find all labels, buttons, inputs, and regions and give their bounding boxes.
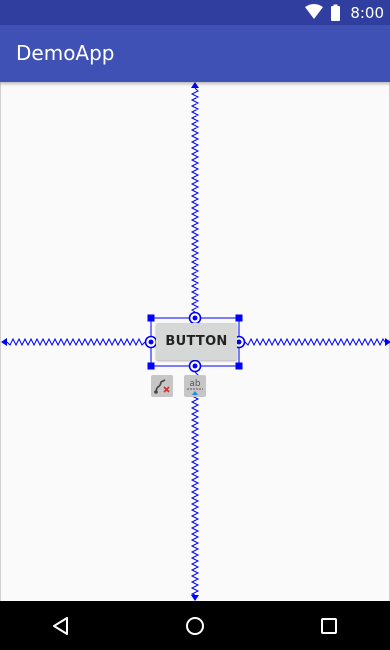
right-constraint-arrow [385, 338, 390, 346]
recents-button[interactable] [314, 611, 344, 641]
demo-button[interactable]: BUTTON [156, 323, 237, 360]
battery-icon [331, 6, 340, 21]
svg-text:ab: ab [189, 379, 201, 389]
resize-handle-bottom-left[interactable] [147, 362, 155, 370]
baseline-button[interactable]: ab [184, 375, 206, 397]
clear-constraints-icon [154, 379, 170, 394]
wifi-icon [305, 4, 323, 19]
back-button[interactable] [46, 611, 76, 641]
bottom-constraint-spring [190, 371, 200, 596]
status-bar: 8:00 [0, 0, 390, 25]
recents-icon [321, 618, 337, 634]
left-constraint-arrow [1, 338, 7, 346]
top-constraint-spring [190, 87, 200, 313]
home-icon [186, 617, 204, 635]
right-constraint-spring [244, 337, 386, 347]
home-button[interactable] [180, 611, 210, 641]
baseline-icon: ab [187, 379, 203, 395]
resize-handle-top-right[interactable] [235, 314, 243, 322]
top-constraint-arrow [191, 82, 199, 88]
app-bar: DemoApp [0, 25, 390, 82]
app-title: DemoApp [16, 41, 115, 65]
resize-handle-top-left[interactable] [147, 314, 155, 322]
clear-constraints-button[interactable] [151, 375, 173, 397]
back-icon [53, 617, 68, 635]
resize-handle-bottom-right[interactable] [235, 362, 243, 370]
status-icons [304, 4, 342, 27]
design-canvas[interactable]: BUTTON ab [0, 82, 390, 601]
nav-bar [0, 601, 390, 650]
left-constraint-spring [6, 337, 146, 347]
status-time: 8:00 [350, 4, 384, 22]
